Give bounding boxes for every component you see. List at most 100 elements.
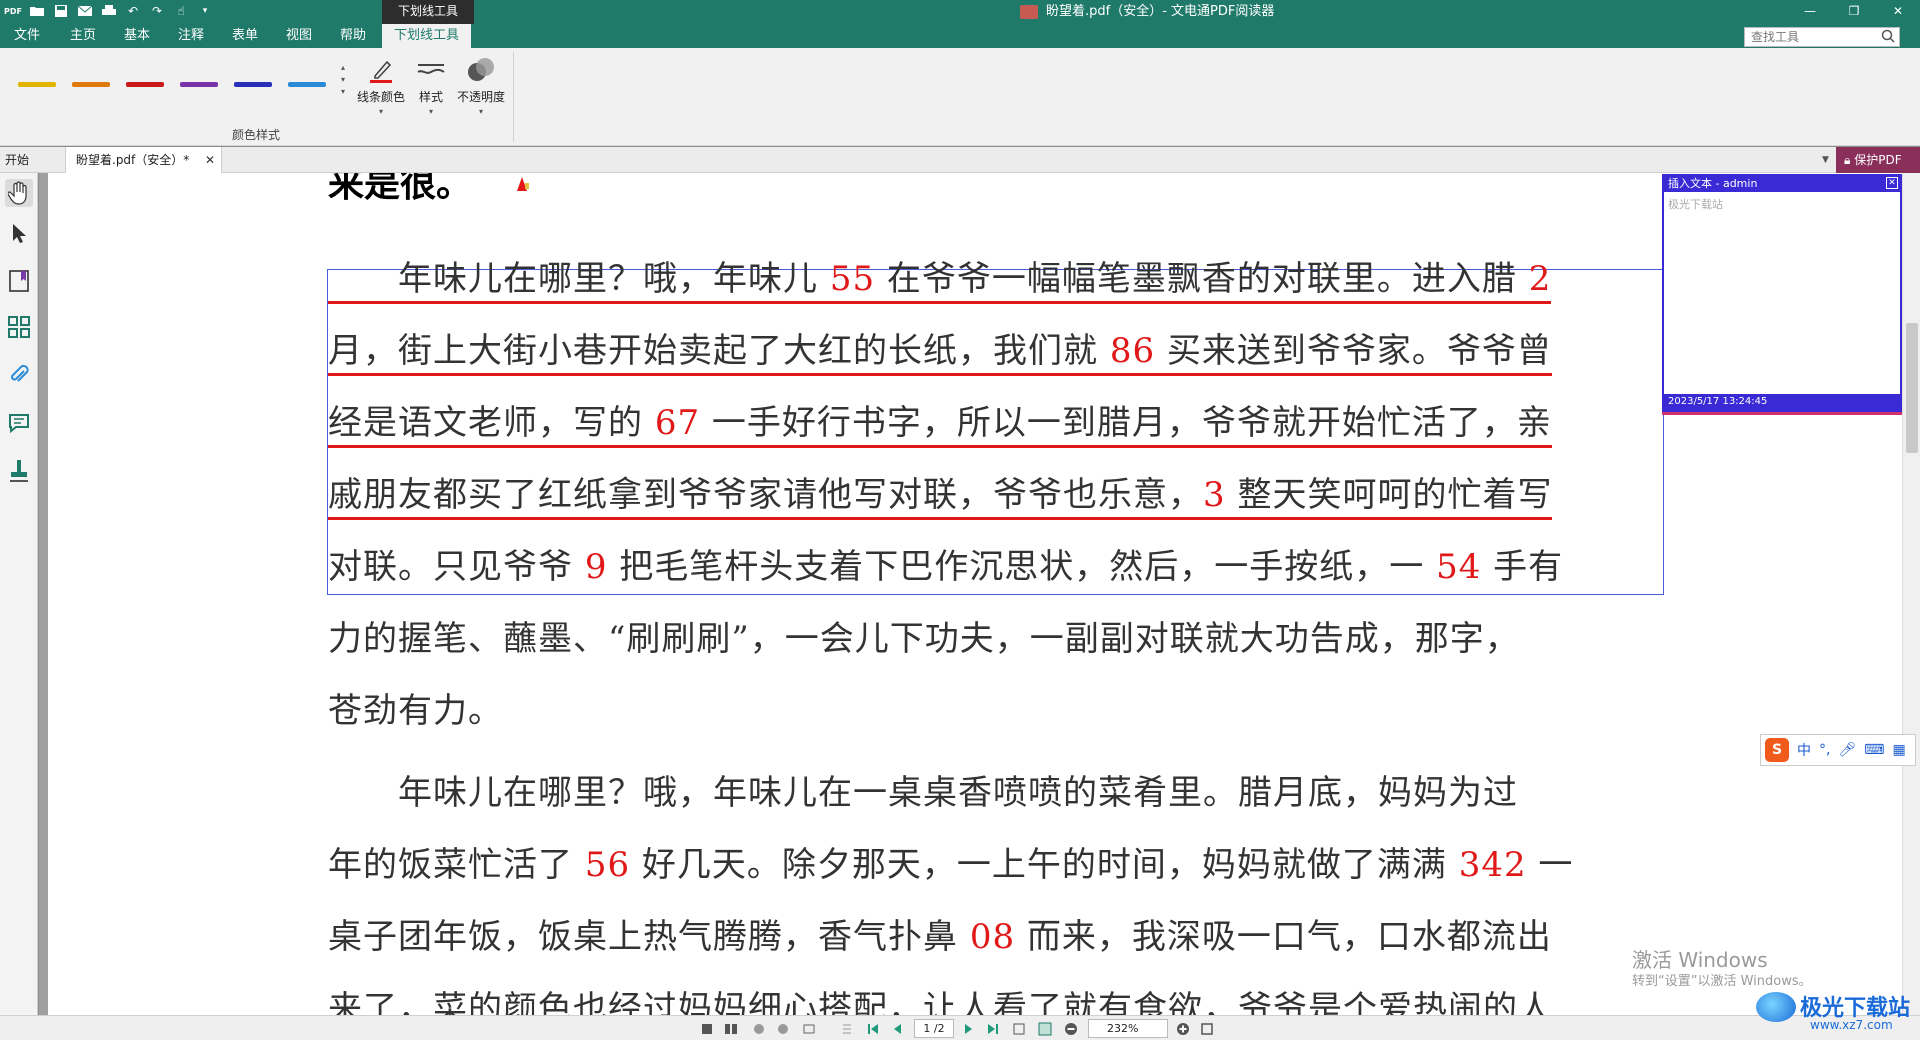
swatch-scroll-arrows[interactable]: ▴ ▾ ▾	[338, 62, 348, 98]
color-swatch-yellow[interactable]	[18, 82, 56, 87]
bookmark-icon[interactable]	[5, 267, 33, 295]
scrollbar-thumb[interactable]	[1906, 323, 1918, 453]
tool-search-placeholder: 查找工具	[1751, 30, 1800, 44]
protect-pdf-label: 保护PDF	[1854, 153, 1902, 167]
text-line: 来了，菜的颜色也经过妈妈细心搭配，让人看了就有食欲，爷爷是个爱热闹的人	[328, 973, 1668, 1015]
ime-punct-toggle[interactable]: °,	[1819, 742, 1830, 758]
attachment-icon[interactable]	[5, 361, 33, 389]
pdf-page[interactable]: 来是很。 年味儿在哪里？哦，年味儿 55 在爷爷一幅幅笔墨飘香的对联里。进入腊 …	[48, 173, 1902, 1015]
text-run: 手有	[1481, 547, 1564, 587]
text-line: 经是语文老师，写的 67 一手好行书字，所以一到腊月，爷爷就开始忙活了，亲	[328, 387, 1668, 459]
email-icon[interactable]	[76, 2, 94, 20]
tab-file[interactable]: 文件	[14, 24, 40, 48]
tab-help[interactable]: 帮助	[340, 24, 366, 48]
prev-page-icon[interactable]	[890, 1022, 904, 1036]
text-line: 月，街上大街小巷开始卖起了大红的长纸，我们就 86 买来送到爷爷家。爷爷曾	[328, 315, 1668, 387]
paragraph-1: 年味儿在哪里？哦，年味儿 55 在爷爷一幅幅笔墨飘香的对联里。进入腊 2 月，街上…	[328, 243, 1668, 747]
ribbon-divider	[513, 52, 514, 142]
text-run: 把毛笔杆头支着下巴作沉思状，然后，一手按纸，一	[607, 547, 1437, 587]
tab-basic[interactable]: 基本	[124, 24, 150, 48]
text-line: 戚朋友都买了红纸拿到爷爷家请他写对联，爷爷也乐意，3 整天笑呵呵的忙着写	[328, 459, 1668, 531]
tab-underline-tool[interactable]: 下划线工具	[382, 24, 472, 48]
line-color-label: 线条颜色	[356, 90, 405, 104]
keyboard-icon[interactable]: ⌨	[1864, 742, 1884, 758]
tab-view[interactable]: 视图	[286, 24, 312, 48]
color-swatch-lightblue[interactable]	[288, 82, 326, 87]
ime-mode-label[interactable]: 中	[1797, 740, 1811, 760]
tool-search-input[interactable]: 查找工具	[1744, 27, 1900, 47]
customize-toolbar-icon[interactable]: ▾	[196, 2, 214, 20]
text-line: 年的饭菜忙活了 56 好几天。除夕那天，一上午的时间，妈妈就做了满满 342 一	[328, 829, 1668, 901]
text-run: 好几天。除夕那天，一上午的时间，妈妈就做了满满	[630, 845, 1459, 885]
print-icon[interactable]	[100, 2, 118, 20]
line-color-button[interactable]: 线条颜色 ▾	[354, 56, 408, 116]
zoom-in-icon[interactable]	[1176, 1022, 1190, 1036]
fit-width-icon[interactable]	[802, 1022, 816, 1036]
style-button[interactable]: 样式 ▾	[404, 56, 458, 116]
tab-annotate[interactable]: 注释	[178, 24, 204, 48]
single-page-icon[interactable]	[700, 1022, 714, 1036]
text-run: 而来，我深吸一口气，口水都流出	[1015, 917, 1552, 957]
open-folder-icon[interactable]	[28, 2, 46, 20]
status-bar: 1 /2 232%	[0, 1015, 1920, 1040]
comment-popup[interactable]: 插入文本 - admin ✕ 极光下载站 2023/5/17 13:24:45	[1662, 174, 1902, 412]
save-icon[interactable]	[52, 2, 70, 20]
text-run: 年味儿在哪里？哦，年味儿	[328, 259, 830, 299]
close-button[interactable]: ✕	[1876, 0, 1920, 24]
inserted-number: 55	[829, 259, 876, 299]
two-page-icon[interactable]	[724, 1022, 738, 1036]
tab-start[interactable]: 开始	[0, 147, 66, 173]
comments-icon[interactable]	[5, 409, 33, 437]
fullscreen-icon[interactable]	[1200, 1022, 1214, 1036]
inserted-number: 67	[654, 403, 701, 443]
rotate-right-icon[interactable]	[776, 1022, 790, 1036]
opacity-button[interactable]: 不透明度 ▾	[454, 56, 508, 116]
protect-pdf-button[interactable]: 🔒︎ 保护PDF	[1836, 147, 1920, 173]
text-line: 力的握笔、蘸墨、“刷刷刷”，一会儿下功夫，一副副对联就大功告成，那字，	[328, 603, 1668, 675]
caret-insert-mark-icon[interactable]	[515, 175, 529, 193]
page-number-field[interactable]: 1 /2	[914, 1019, 954, 1038]
close-tab-icon[interactable]: ✕	[205, 147, 215, 173]
tab-home[interactable]: 主页	[70, 24, 96, 48]
first-page-icon[interactable]	[866, 1022, 880, 1036]
ime-toolbar[interactable]: S 中 °, 🎤︎ ⌨ ▦	[1760, 734, 1916, 766]
hand-icon[interactable]	[5, 179, 33, 207]
title-bar: PDF ↶ ↷ ☝ ▾ 下划线工具 盼望着.pdf（安全）- 文电通PDF阅读器…	[0, 0, 1920, 24]
color-swatch-orange[interactable]	[72, 82, 110, 87]
grid-icon[interactable]: ▦	[1892, 742, 1905, 758]
undo-icon[interactable]: ↶	[124, 2, 142, 20]
microphone-icon[interactable]: 🎤︎	[1838, 742, 1856, 758]
text-line: 苍劲有力。	[328, 675, 1668, 747]
inserted-number: 2	[1528, 259, 1552, 299]
last-page-icon[interactable]	[986, 1022, 1000, 1036]
window-controls: — ❐ ✕	[1788, 0, 1920, 24]
fit-page-icon[interactable]	[1012, 1022, 1026, 1036]
minimize-button[interactable]: —	[1788, 0, 1832, 24]
thumbnails-icon[interactable]	[5, 313, 33, 341]
vertical-scrollbar[interactable]	[1902, 173, 1920, 1015]
continuous-scroll-icon[interactable]	[840, 1022, 854, 1036]
rotate-left-icon[interactable]	[752, 1022, 766, 1036]
comment-body[interactable]: 极光下载站	[1664, 192, 1900, 392]
close-icon[interactable]: ✕	[1886, 177, 1898, 189]
style-label: 样式	[418, 90, 443, 104]
color-swatch-purple[interactable]	[180, 82, 218, 87]
chevron-down-icon[interactable]: ▼	[1822, 155, 1829, 165]
color-swatch-blue[interactable]	[234, 82, 272, 87]
actual-size-icon[interactable]	[1038, 1022, 1052, 1036]
select-arrow-icon[interactable]	[5, 219, 33, 247]
tab-form[interactable]: 表单	[232, 24, 258, 48]
comment-underline	[1662, 412, 1902, 415]
document-tab[interactable]: 盼望着.pdf（安全）* ✕	[66, 147, 222, 173]
maximize-button[interactable]: ❐	[1832, 0, 1876, 24]
line-style-icon	[416, 56, 446, 84]
quick-access-toolbar: PDF ↶ ↷ ☝ ▾	[4, 2, 214, 20]
zoom-level-field[interactable]: 232%	[1088, 1019, 1168, 1038]
hand-tool-icon[interactable]: ☝	[172, 2, 190, 20]
stamp-icon[interactable]	[5, 457, 33, 485]
color-swatch-red[interactable]	[126, 82, 164, 87]
redo-icon[interactable]: ↷	[148, 2, 166, 20]
next-page-icon[interactable]	[962, 1022, 976, 1036]
zoom-out-icon[interactable]	[1064, 1022, 1078, 1036]
context-tab-title: 下划线工具	[382, 0, 474, 24]
